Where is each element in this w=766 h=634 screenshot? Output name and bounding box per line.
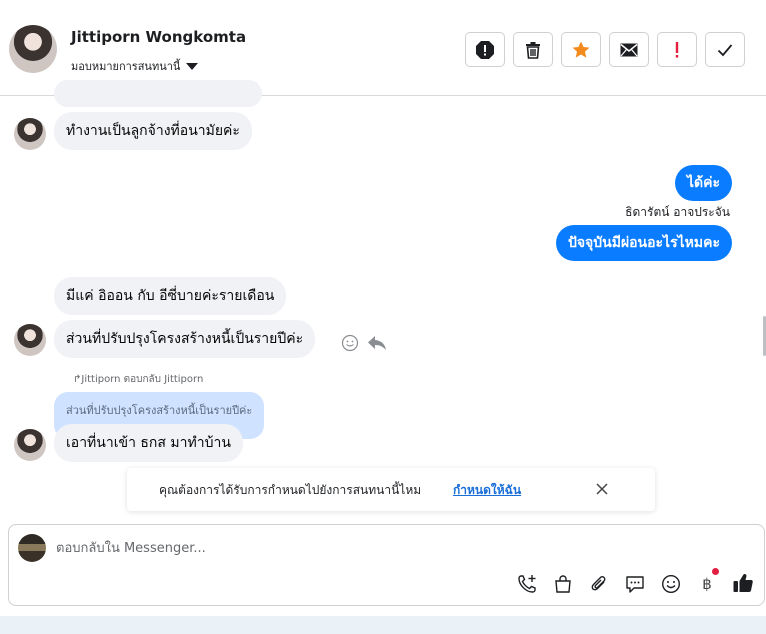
mark-spam-button[interactable] — [465, 32, 505, 67]
shopping-bag-icon — [555, 575, 571, 593]
assign-to-me-link[interactable]: กำหนดให้ฉัน — [453, 481, 521, 500]
star-icon — [572, 41, 590, 58]
star-button[interactable] — [561, 32, 601, 67]
mark-done-button[interactable] — [705, 32, 745, 67]
footer-strip — [0, 616, 766, 634]
contact-name[interactable]: Jittiporn Wongkomta — [71, 28, 246, 46]
like-button[interactable] — [731, 571, 755, 595]
exclamation-icon — [675, 41, 679, 58]
attach-button[interactable] — [587, 572, 611, 596]
outgoing-message[interactable]: ปัจจุบันมีผ่อนอะไรไหมคะ — [555, 225, 732, 261]
close-prompt-button[interactable] — [593, 480, 611, 498]
outgoing-message[interactable]: ได้ค่ะ — [674, 165, 732, 201]
baht-icon: ฿ — [702, 575, 712, 593]
incoming-message[interactable]: เอาที่นาเข้า ธกส มาทำบ้าน — [54, 424, 243, 462]
message-bubble-partial[interactable] — [54, 80, 262, 107]
paperclip-icon — [591, 576, 606, 591]
contact-mini-avatar[interactable] — [14, 118, 46, 150]
delete-button[interactable] — [513, 32, 553, 67]
react-emoji-icon[interactable] — [341, 334, 359, 352]
assign-conversation-dropdown[interactable]: มอบหมายการสนทนานี้ — [71, 57, 199, 75]
reply-arrow-icon[interactable] — [367, 334, 387, 352]
emoji-icon — [661, 574, 681, 594]
chat-bubble-icon — [626, 576, 644, 593]
emoji-button[interactable] — [659, 572, 683, 596]
saved-replies-button[interactable] — [623, 572, 647, 596]
mark-unread-button[interactable] — [609, 32, 649, 67]
envelope-icon — [620, 43, 638, 56]
check-icon — [717, 43, 733, 56]
assign-prompt: คุณต้องการได้รับการกำหนดไปยังการสนทนานี้… — [127, 468, 655, 511]
thumbs-up-icon — [733, 574, 753, 592]
sender-name: ธิดารัตน์ อาจประจัน — [625, 205, 730, 219]
notification-dot — [712, 568, 719, 575]
contact-mini-avatar[interactable] — [14, 324, 46, 356]
spam-icon — [476, 40, 494, 59]
message-actions — [341, 334, 387, 352]
reply-indicator: ↱Jittiporn ตอบกลับ Jittiporn — [73, 372, 203, 387]
incoming-message[interactable]: ส่วนที่ปรับปรุงโครงสร้างหนี้เป็นรายปีค่ะ — [54, 320, 316, 358]
assign-prompt-text: คุณต้องการได้รับการกำหนดไปยังการสนทนานี้… — [159, 483, 422, 497]
payment-button[interactable]: ฿ — [695, 568, 719, 596]
incoming-message[interactable]: ทำงานเป็นลูกจ้างที่อนามัยค่ะ — [54, 112, 252, 150]
incoming-message[interactable]: มีแค่ อิออน กับ อีซี่บายค่ะรายเดือน — [54, 277, 287, 315]
reply-input[interactable] — [56, 537, 736, 559]
close-icon — [596, 483, 608, 495]
message-composer: ฿ — [8, 524, 765, 606]
assign-label: มอบหมายการสนทนานี้ — [71, 60, 181, 73]
chevron-down-icon — [186, 62, 199, 70]
call-add-button[interactable] — [515, 572, 539, 596]
shop-button[interactable] — [551, 572, 575, 596]
contact-mini-avatar[interactable] — [14, 429, 46, 461]
contact-avatar[interactable] — [9, 25, 57, 73]
call-add-icon — [518, 575, 536, 593]
trash-icon — [526, 41, 540, 59]
page-avatar — [18, 534, 46, 562]
follow-up-button[interactable] — [657, 32, 697, 67]
message-scrollbar[interactable] — [762, 96, 766, 522]
reply-meta-text: Jittiporn ตอบกลับ Jittiporn — [81, 374, 204, 385]
